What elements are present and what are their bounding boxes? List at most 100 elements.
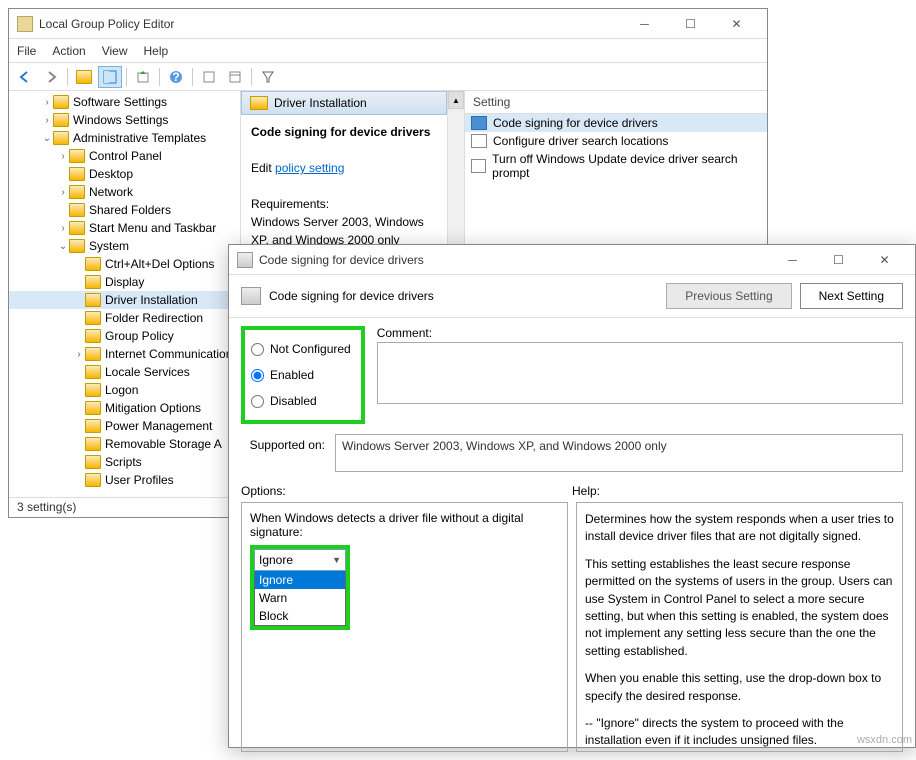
up-button[interactable] [72,66,96,88]
tree-label: Logon [105,383,138,397]
menu-file[interactable]: File [17,44,36,58]
scroll-up-icon[interactable]: ▲ [448,91,464,109]
close-button[interactable]: ✕ [714,10,759,38]
column-header-setting[interactable]: Setting [465,91,767,114]
folder-icon [85,365,101,379]
tree-item[interactable]: Group Policy [9,327,240,345]
supported-on-label: Supported on: [241,434,325,452]
setting-row[interactable]: Configure driver search locations [465,132,767,150]
expand-icon[interactable]: › [57,151,69,162]
watermark-corner: wsxdn.com [857,734,912,746]
tree-item[interactable]: ›Windows Settings [9,111,240,129]
tree-item[interactable]: Power Management [9,417,240,435]
filter-button[interactable] [256,66,280,88]
tree-label: Scripts [105,455,142,469]
tree-label: Shared Folders [89,203,171,217]
signature-action-dropdown[interactable]: Ignore ▼ [254,549,346,571]
tree-item[interactable]: Ctrl+Alt+Del Options [9,255,240,273]
expand-icon[interactable]: › [57,223,69,234]
setting-row[interactable]: Code signing for device drivers [465,114,767,132]
comment-textarea[interactable] [377,342,903,404]
title-bar[interactable]: Local Group Policy Editor ─ ☐ ✕ [9,9,767,39]
tree-item[interactable]: User Profiles [9,471,240,489]
setting-icon [471,159,486,173]
tree-item[interactable]: Mitigation Options [9,399,240,417]
dialog-title-bar[interactable]: Code signing for device drivers ─ ☐ ✕ [229,245,915,275]
menu-help[interactable]: Help [144,44,169,58]
options-panel: When Windows detects a driver file witho… [241,502,568,752]
tree-item[interactable]: › Network [9,183,240,201]
tree-item[interactable]: ›Internet Communication [9,345,240,363]
forward-button[interactable] [39,66,63,88]
tree-label: Driver Installation [105,293,198,307]
tree-item[interactable]: Locale Services [9,363,240,381]
folder-icon [69,239,85,253]
tree-item[interactable]: Scripts [9,453,240,471]
expand-icon[interactable]: › [41,97,53,108]
filter-options-button[interactable] [223,66,247,88]
folder-icon [69,221,85,235]
dialog-minimize-button[interactable]: ─ [770,246,815,274]
dialog-subtitle: Code signing for device drivers [269,289,434,303]
dialog-close-button[interactable]: ✕ [862,246,907,274]
policy-dialog: Code signing for device drivers ─ ☐ ✕ Co… [228,244,916,748]
tree-pane[interactable]: ›Software Settings›Windows Settings ⌄ Admi… [9,91,241,497]
radio-not-configured[interactable] [251,343,264,356]
dialog-maximize-button[interactable]: ☐ [816,246,861,274]
menu-action[interactable]: Action [52,44,85,58]
show-hide-tree-button[interactable] [98,66,122,88]
tree-item[interactable]: Driver Installation [9,291,240,309]
menu-view[interactable]: View [102,44,128,58]
folder-icon [85,329,101,343]
dropdown-item-block[interactable]: Block [255,607,345,625]
tree-item[interactable]: Shared Folders [9,201,240,219]
export-button[interactable] [131,66,155,88]
tree-label: Group Policy [105,329,174,343]
tree-item[interactable]: Display [9,273,240,291]
detail-header: Driver Installation [241,91,447,115]
tree-item[interactable]: Removable Storage A [9,435,240,453]
folder-icon [85,275,101,289]
tree-item[interactable]: ›Software Settings [9,93,240,111]
edit-policy-link[interactable]: policy setting [275,161,344,175]
tree-label: Network [89,185,133,199]
policy-name: Code signing for device drivers [251,125,430,139]
tree-item[interactable]: ⌄System [9,237,240,255]
radio-disabled[interactable] [251,395,264,408]
tree-label: Administrative Templates [73,131,206,145]
tree-item[interactable]: Desktop [9,165,240,183]
collapse-icon[interactable]: ⌄ [57,241,69,252]
tree-item[interactable]: Folder Redirection [9,309,240,327]
folder-icon [85,347,101,361]
tree-label: Locale Services [105,365,190,379]
folder-icon [53,113,69,127]
folder-icon [85,311,101,325]
tool-bar: ? [9,63,767,91]
options-label: Options: [241,484,572,498]
dropdown-item-warn[interactable]: Warn [255,589,345,607]
collapse-icon[interactable]: ⌄ [41,133,53,144]
expand-icon[interactable]: › [73,349,85,360]
back-button[interactable] [13,66,37,88]
tree-item[interactable]: Logon [9,381,240,399]
expand-icon[interactable]: › [41,115,53,126]
help-text: -- "Ignore" directs the system to procee… [585,715,894,750]
subtitle-icon [241,287,261,305]
next-setting-button[interactable]: Next Setting [800,283,903,309]
properties-button[interactable] [197,66,221,88]
tree-item[interactable]: ›Start Menu and Taskbar [9,219,240,237]
help-text: When you enable this setting, use the dr… [585,670,894,705]
help-button[interactable]: ? [164,66,188,88]
svg-text:?: ? [172,70,179,84]
folder-icon [250,96,268,110]
setting-row[interactable]: Turn off Windows Update device driver se… [465,150,767,182]
radio-disabled-label: Disabled [270,394,317,408]
radio-enabled[interactable] [251,369,264,382]
dropdown-item-ignore[interactable]: Ignore [255,571,345,589]
expand-icon[interactable]: › [57,187,69,198]
tree-item[interactable]: ⌄ Administrative Templates [9,129,240,147]
tree-item[interactable]: ›Control Panel [9,147,240,165]
maximize-button[interactable]: ☐ [668,10,713,38]
minimize-button[interactable]: ─ [622,10,667,38]
folder-icon [69,203,85,217]
